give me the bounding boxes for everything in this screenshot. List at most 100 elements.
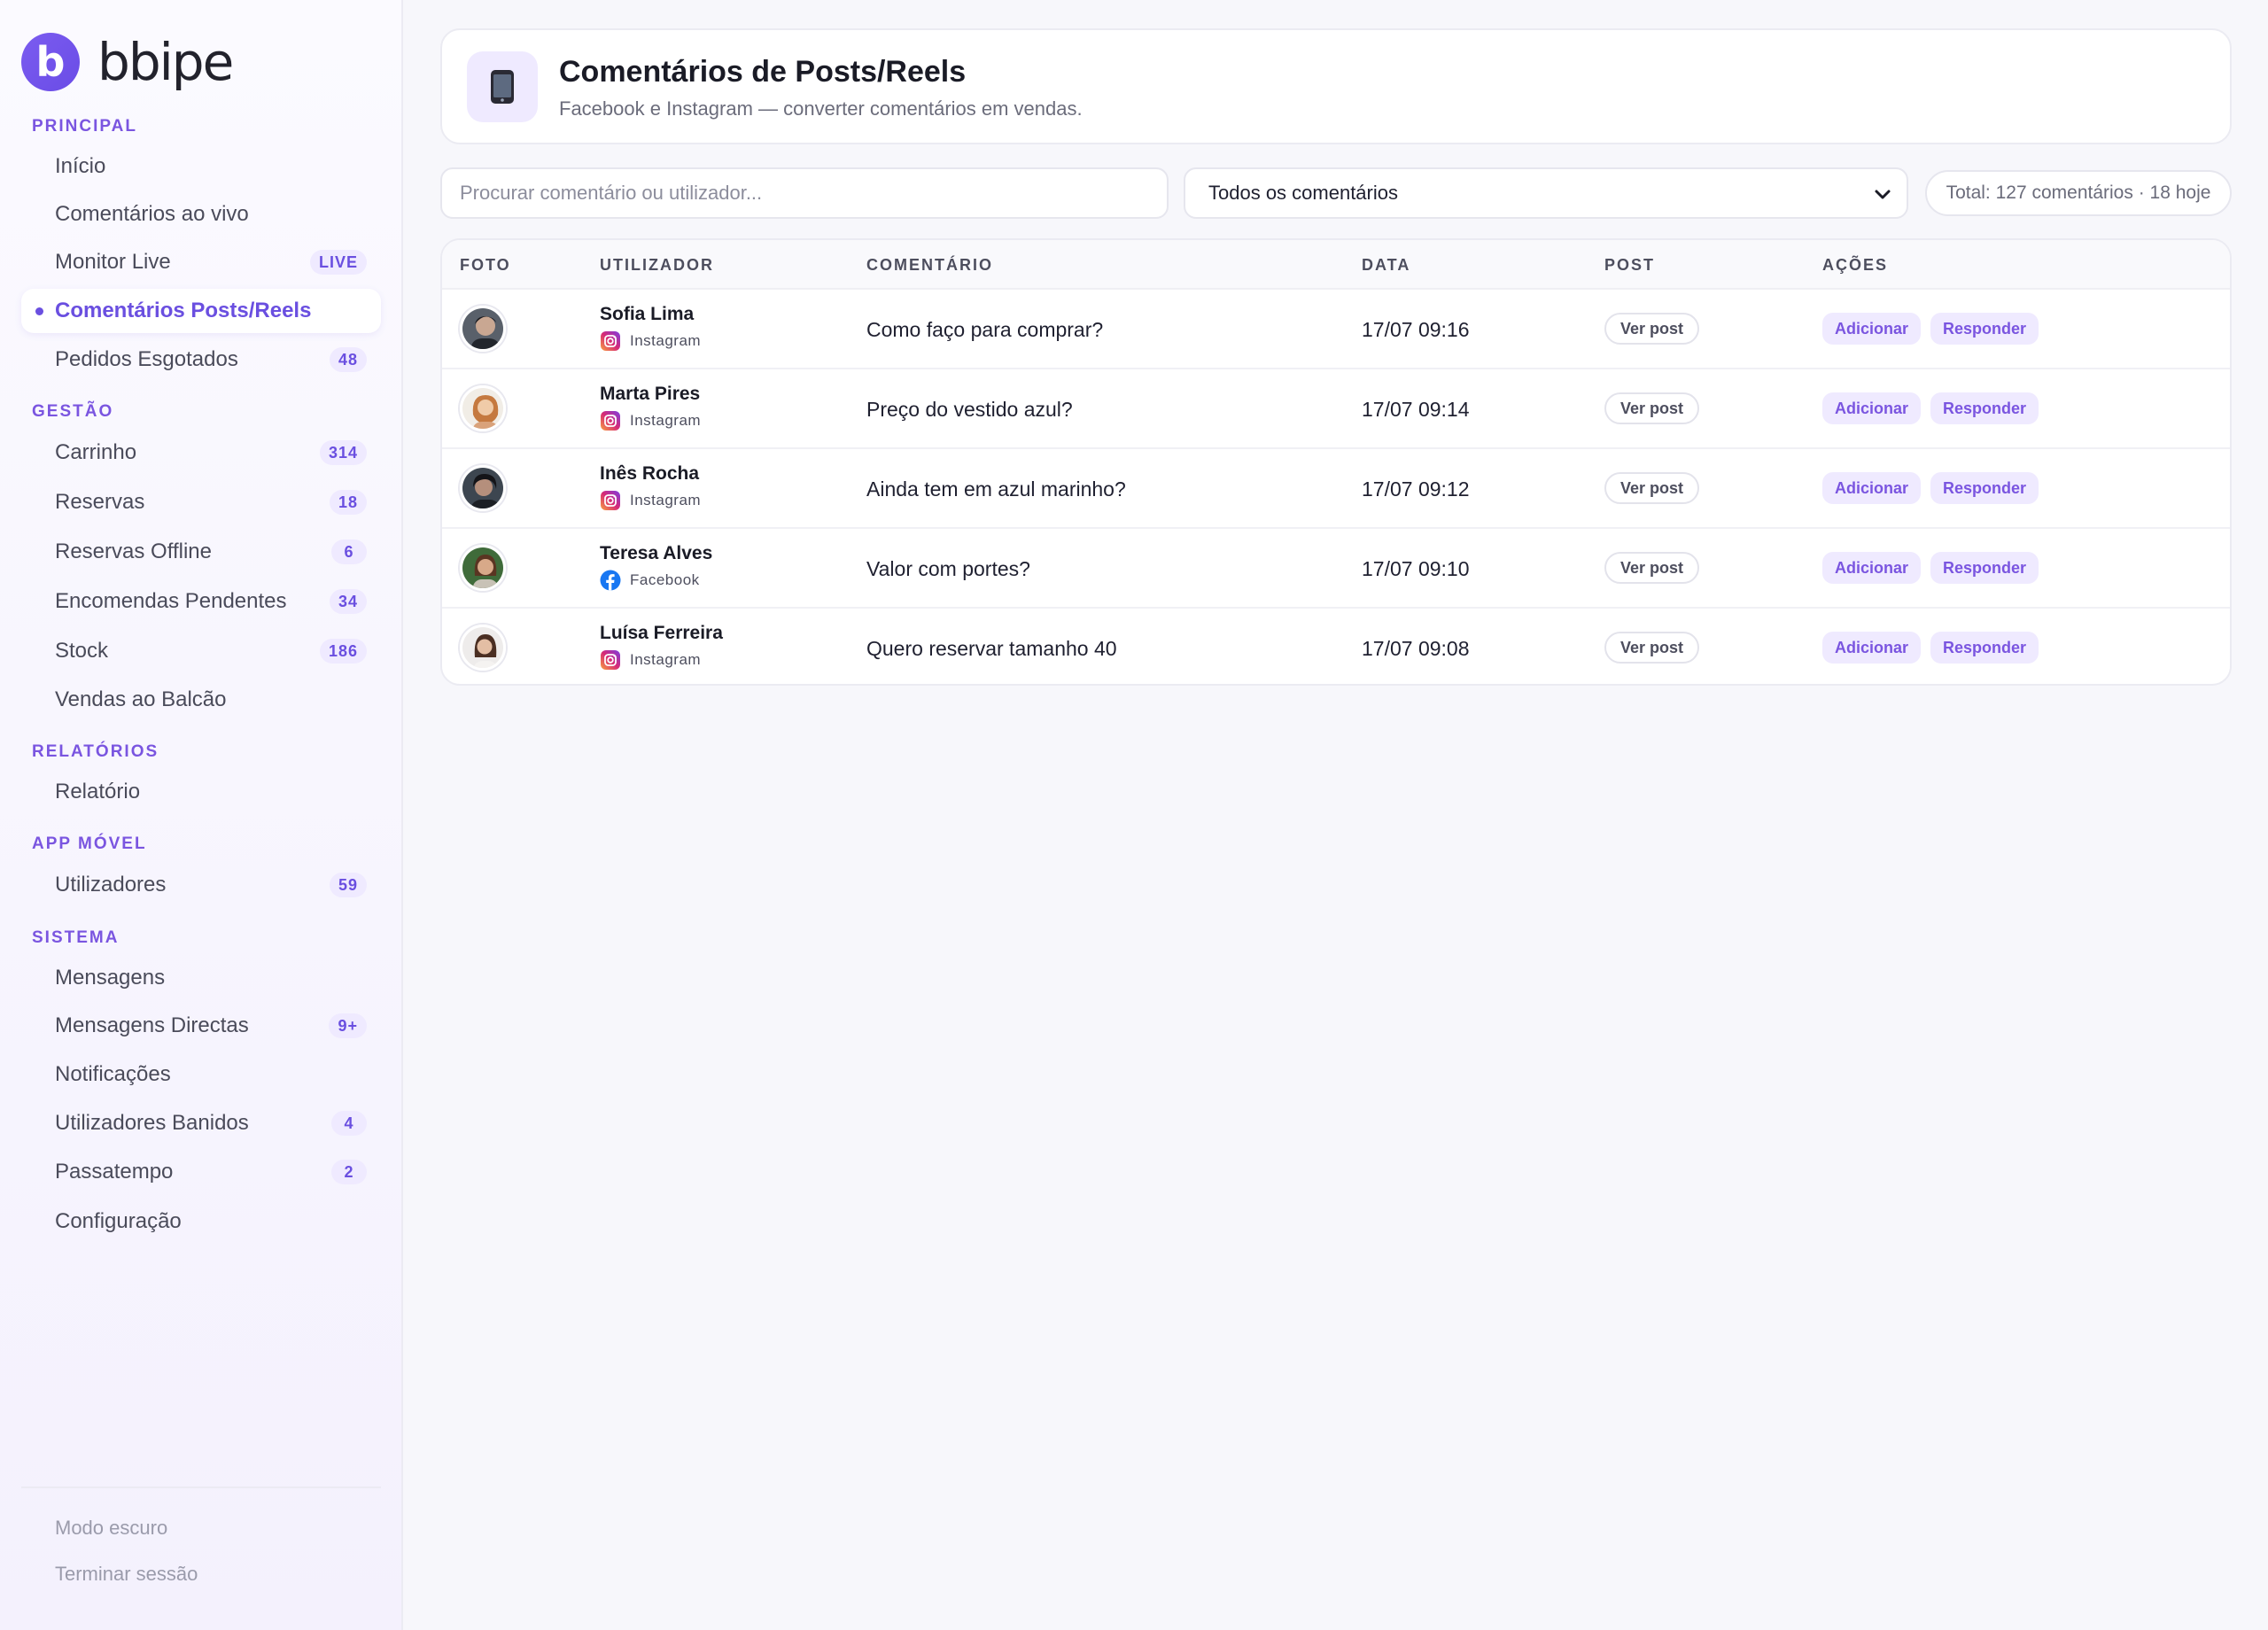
sidebar-item-mensagens-directas[interactable]: Mensagens Directas 9+ [21, 1004, 381, 1048]
sidebar-item-reservas[interactable]: Reservas 18 [21, 480, 381, 524]
sidebar-item-label: Comentários ao vivo [55, 202, 249, 226]
phone-icon [467, 51, 538, 122]
comment-filter-select[interactable]: Todos os comentários [1184, 167, 1908, 219]
reply-button[interactable]: Responder [1930, 313, 2039, 345]
sidebar-item-encomendas-pendentes[interactable]: Encomendas Pendentes 34 [21, 579, 381, 624]
view-post-button[interactable]: Ver post [1604, 472, 1700, 504]
sidebar-item-label: Carrinho [55, 440, 137, 464]
count-badge: 4 [331, 1111, 367, 1136]
comments-table: FOTO UTILIZADOR COMENTÁRIO DATA POST AÇÕ… [440, 238, 2232, 686]
sidebar-item-pedidos-esgotados[interactable]: Pedidos Esgotados 48 [21, 338, 381, 382]
sidebar-item-inicio[interactable]: Início [21, 144, 381, 189]
sidebar-item-comentarios-ao-vivo[interactable]: Comentários ao vivo [21, 192, 381, 237]
section-label-gestao: GESTÃO [32, 402, 114, 421]
sidebar-item-vendas-ao-balcao[interactable]: Vendas ao Balcão [21, 678, 381, 722]
count-badge: 314 [319, 440, 367, 465]
sidebar-item-label: Comentários Posts/Reels [55, 299, 312, 322]
sidebar-item-carrinho[interactable]: Carrinho 314 [21, 431, 381, 475]
view-post-button[interactable]: Ver post [1604, 392, 1700, 424]
comment-text: Como faço para comprar? [866, 318, 1104, 341]
avatar [460, 465, 506, 511]
add-button[interactable]: Adicionar [1822, 472, 1922, 504]
user-name[interactable]: Teresa Alves [600, 543, 712, 564]
sidebar-item-label: Encomendas Pendentes [55, 589, 287, 613]
sidebar-item-stock[interactable]: Stock 186 [21, 629, 381, 673]
comment-date: 17/07 09:08 [1362, 637, 1470, 660]
count-badge: 6 [331, 539, 367, 564]
sidebar-item-label: Reservas Offline [55, 539, 212, 563]
brand-mark-icon: b [21, 33, 80, 91]
column-header-foto: FOTO [460, 256, 511, 274]
logout-button[interactable]: Terminar sessão [55, 1563, 198, 1586]
column-header-acoes: AÇÕES [1822, 256, 1889, 274]
dark-mode-toggle[interactable]: Modo escuro [55, 1517, 167, 1540]
sidebar-item-reservas-offline[interactable]: Reservas Offline 6 [21, 530, 381, 574]
avatar [460, 306, 506, 352]
brand-name: bbipe [97, 32, 234, 92]
sidebar-item-mensagens[interactable]: Mensagens [21, 956, 381, 1000]
sidebar-item-configuracao[interactable]: Configuração [21, 1199, 381, 1244]
view-post-button[interactable]: Ver post [1604, 632, 1700, 664]
brand-logo[interactable]: b bbipe [21, 32, 234, 92]
reply-button[interactable]: Responder [1930, 552, 2039, 584]
comment-date: 17/07 09:14 [1362, 398, 1470, 421]
count-badge: 186 [319, 639, 367, 664]
sidebar-item-label: Configuração [55, 1209, 182, 1233]
view-post-button[interactable]: Ver post [1604, 313, 1700, 345]
user-name[interactable]: Marta Pires [600, 384, 700, 405]
platform-label: Facebook [600, 570, 700, 591]
sidebar-item-utilizadores[interactable]: Utilizadores 59 [21, 863, 381, 907]
add-button[interactable]: Adicionar [1822, 552, 1922, 584]
facebook-icon [600, 570, 621, 591]
table-row: Luísa Ferreira Instagram Quero reservar … [442, 609, 2230, 684]
user-name[interactable]: Luísa Ferreira [600, 623, 723, 644]
page-title: Comentários de Posts/Reels [559, 55, 967, 89]
platform-label: Instagram [600, 490, 701, 511]
reply-button[interactable]: Responder [1930, 392, 2039, 424]
sidebar-item-relatorio[interactable]: Relatório [21, 770, 381, 814]
add-button[interactable]: Adicionar [1822, 632, 1922, 664]
comment-date: 17/07 09:12 [1362, 477, 1470, 501]
column-header-utilizador: UTILIZADOR [600, 256, 714, 274]
sidebar-item-label: Notificações [55, 1062, 171, 1086]
platform-label: Instagram [600, 410, 701, 431]
search-input[interactable] [440, 167, 1169, 219]
sidebar-item-label: Relatório [55, 780, 141, 803]
user-name[interactable]: Sofia Lima [600, 304, 694, 325]
sidebar-item-label: Vendas ao Balcão [55, 687, 227, 711]
platform-label: Instagram [600, 330, 701, 352]
section-label-relatorios: RELATÓRIOS [32, 742, 159, 761]
avatar [460, 385, 506, 431]
instagram-icon [600, 649, 621, 671]
sidebar-item-utilizadores-banidos[interactable]: Utilizadores Banidos 4 [21, 1101, 381, 1145]
count-badge: 9+ [329, 1013, 367, 1038]
page-header: Comentários de Posts/Reels Facebook e In… [440, 28, 2232, 144]
reply-button[interactable]: Responder [1930, 472, 2039, 504]
column-header-data: DATA [1362, 256, 1411, 274]
comment-text: Ainda tem em azul marinho? [866, 477, 1126, 501]
sidebar-item-label: Stock [55, 639, 109, 663]
sidebar-item-label: Passatempo [55, 1160, 174, 1184]
section-label-sistema: SISTEMA [32, 928, 120, 947]
filter-selected-value: Todos os comentários [1208, 182, 1398, 204]
instagram-icon [600, 490, 621, 511]
view-post-button[interactable]: Ver post [1604, 552, 1700, 584]
sidebar-item-passatempo[interactable]: Passatempo 2 [21, 1150, 381, 1194]
comment-text: Quero reservar tamanho 40 [866, 637, 1117, 660]
sidebar-item-label: Mensagens Directas [55, 1013, 249, 1037]
sidebar-item-monitor-live[interactable]: Monitor Live LIVE [21, 240, 381, 284]
reply-button[interactable]: Responder [1930, 632, 2039, 664]
platform-name: Instagram [630, 651, 702, 668]
comment-date: 17/07 09:10 [1362, 557, 1470, 580]
add-button[interactable]: Adicionar [1822, 392, 1922, 424]
sidebar-item-comentarios-posts-reels[interactable]: Comentários Posts/Reels [21, 289, 381, 333]
sidebar-item-label: Reservas [55, 490, 145, 514]
table-row: Teresa Alves Facebook Valor com portes? … [442, 529, 2230, 609]
chevron-down-icon [1873, 184, 1892, 209]
table-row: Marta Pires Instagram Preço do vestido a… [442, 369, 2230, 449]
user-name[interactable]: Inês Rocha [600, 463, 699, 485]
add-button[interactable]: Adicionar [1822, 313, 1922, 345]
platform-name: Instagram [630, 412, 702, 429]
sidebar-item-notificacoes[interactable]: Notificações [21, 1052, 381, 1097]
sidebar-item-label: Pedidos Esgotados [55, 347, 238, 371]
